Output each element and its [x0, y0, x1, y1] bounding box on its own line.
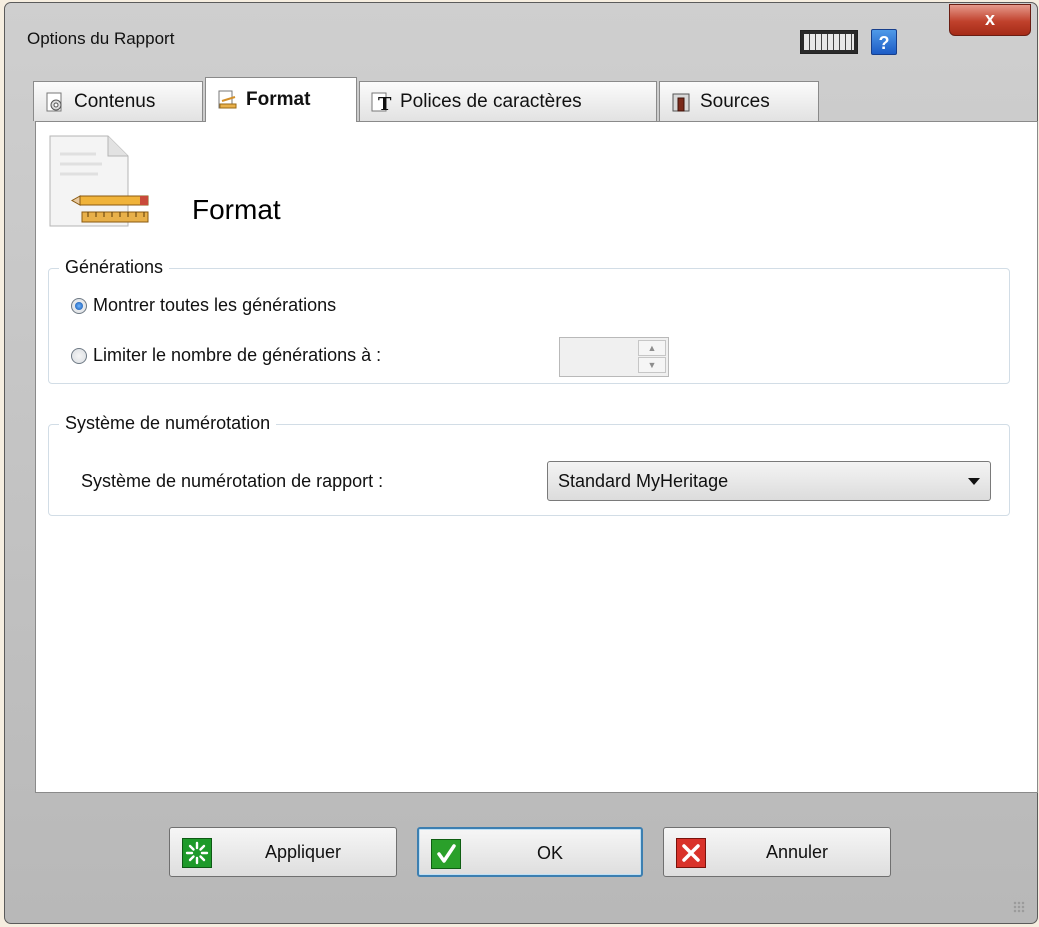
- checkmark-icon: [431, 839, 461, 869]
- spin-down-button[interactable]: ▼: [638, 357, 666, 373]
- close-button[interactable]: x: [949, 4, 1031, 36]
- apply-button-label: Appliquer: [264, 842, 342, 862]
- tab-sources[interactable]: Sources: [659, 81, 819, 121]
- apply-icon: [182, 838, 212, 868]
- numbering-system-select[interactable]: Standard MyHeritage: [547, 461, 991, 501]
- tab-contenus-label: Contenus: [74, 90, 156, 112]
- window-title: Options du Rapport: [27, 29, 175, 48]
- generations-group: Générations Montrer toutes les génératio…: [48, 257, 1010, 384]
- radio-limit-generations-button[interactable]: [71, 347, 87, 364]
- numbering-field-label: Système de numérotation de rapport :: [81, 471, 384, 491]
- tab-sources-label: Sources: [700, 90, 770, 112]
- radio-all-generations[interactable]: Montrer toutes les générations: [71, 295, 336, 316]
- radio-limit-generations[interactable]: Limiter le nombre de générations à :: [71, 345, 381, 366]
- tab-polices-label: Polices de caractères: [400, 90, 582, 112]
- tab-contenus[interactable]: Contenus: [33, 81, 203, 121]
- tab-format-label: Format: [246, 89, 311, 110]
- generations-group-label: Générations: [59, 257, 170, 278]
- svg-text:T: T: [378, 94, 392, 113]
- numbering-system-value: Standard MyHeritage: [558, 471, 729, 491]
- chevron-down-icon: [968, 478, 980, 485]
- ok-button-label: OK: [536, 843, 563, 863]
- radio-limit-generations-label: Limiter le nombre de générations à :: [93, 345, 382, 365]
- tab-polices[interactable]: T Polices de caractères: [359, 81, 657, 121]
- generations-limit-spinner[interactable]: ▲ ▼: [559, 337, 669, 377]
- sources-icon: [670, 91, 692, 113]
- format-document-icon: [216, 89, 238, 111]
- radio-all-generations-button[interactable]: [71, 297, 87, 314]
- close-icon: [676, 838, 706, 868]
- tab-format[interactable]: Format: [205, 77, 357, 122]
- radio-all-generations-label: Montrer toutes les générations: [93, 295, 337, 315]
- numbering-group: Système de numérotation Système de numér…: [48, 413, 1010, 516]
- ok-button[interactable]: OK: [417, 827, 643, 877]
- document-pencil-ruler-icon: [46, 134, 150, 228]
- font-icon: T: [370, 91, 392, 115]
- gear-document-icon: [44, 91, 66, 113]
- help-icon[interactable]: ?: [871, 29, 897, 55]
- cancel-button[interactable]: Annuler: [663, 827, 891, 877]
- tab-bar: Contenus Format T Polices de caractères: [33, 77, 1013, 122]
- button-bar: Appliquer OK Annuler: [13, 793, 1033, 919]
- format-panel: Format Générations Montrer toutes les gé…: [35, 121, 1038, 793]
- page-title: Format: [192, 194, 281, 225]
- cancel-button-label: Annuler: [765, 842, 829, 862]
- dialog-window: Options du Rapport ? x Contenus Format T…: [4, 2, 1038, 924]
- numbering-group-label: Système de numérotation: [59, 413, 277, 434]
- resize-grip-icon[interactable]: [1013, 901, 1025, 913]
- spin-up-button[interactable]: ▲: [638, 340, 666, 356]
- apply-button[interactable]: Appliquer: [169, 827, 397, 877]
- keyboard-icon[interactable]: [800, 30, 858, 54]
